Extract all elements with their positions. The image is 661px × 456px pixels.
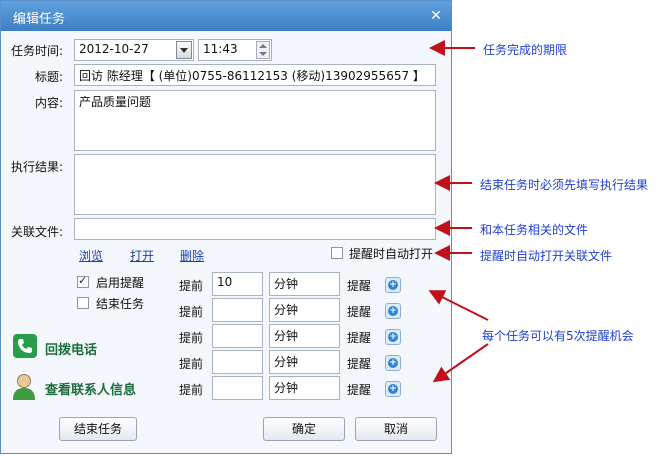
annotation-five-reminders: 每个任务可以有5次提醒机会 <box>482 329 634 343</box>
arrow-reminder-down <box>432 343 489 383</box>
annotation-result-required: 结束任务时必须先填写执行结果 <box>480 178 649 192</box>
annotation-auto-open: 提醒时自动打开关联文件 <box>480 249 613 263</box>
annotation-related-file: 和本任务相关的文件 <box>480 223 589 237</box>
arrow-reminder-up <box>428 290 489 321</box>
annotation-deadline: 任务完成的期限 <box>483 43 568 57</box>
